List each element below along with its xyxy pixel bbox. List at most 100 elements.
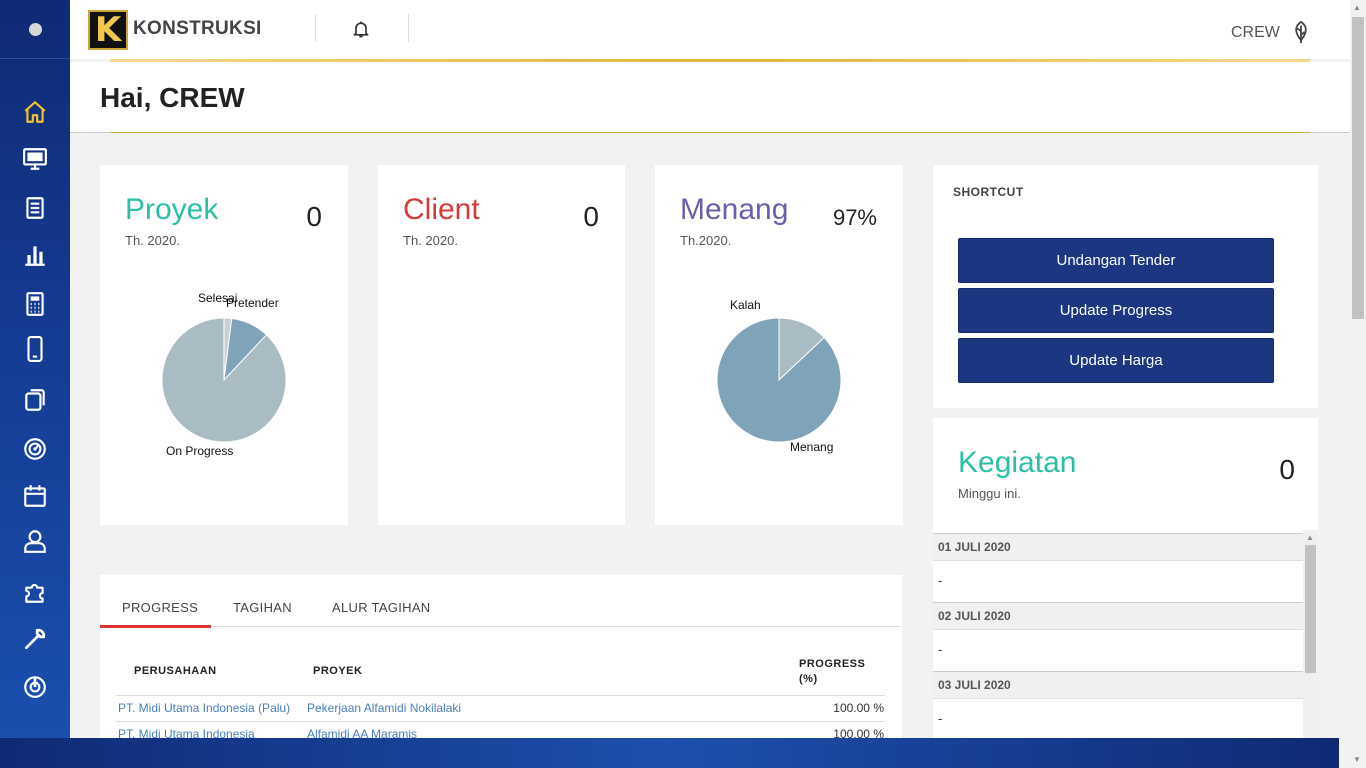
gauge-icon [24,438,46,460]
kegiatan-title: Kegiatan [958,446,1077,479]
nav-gauge[interactable] [0,429,70,469]
table-divider [116,695,885,696]
sidebar [0,0,70,738]
nav-mobile[interactable] [0,329,70,369]
menang-pie-chart[interactable] [714,315,844,445]
nav-puzzle[interactable] [0,572,70,612]
proyek-pie-chart[interactable] [159,315,289,445]
client-subtitle: Th. 2020. [403,233,458,248]
scroll-down-arrow-icon[interactable]: ▼ [1353,755,1361,764]
nav-calendar[interactable] [0,476,70,516]
toggle-dot-icon [28,22,42,36]
client-card: Client Th. 2020. 0 [378,165,625,525]
col-header-proyek[interactable]: PROYEK [313,664,362,679]
update-harga-button[interactable]: Update Harga [958,338,1274,383]
greeting-divider [110,132,1310,133]
menang-title: Menang [680,193,789,226]
brand-name: KONSTRUKSI [133,18,262,39]
proyek-subtitle: Th. 2020. [125,233,180,248]
mobile-icon [27,336,43,362]
monitor-icon [23,148,47,170]
power-icon [24,676,46,698]
nav-copy[interactable] [0,380,70,420]
leaf-icon[interactable] [1290,20,1312,44]
nav-calculator[interactable] [0,284,70,324]
pie-label-menang: Menang [790,440,834,454]
tab-alur-tagihan[interactable]: ALUR TAGIHAN [332,600,430,615]
scroll-up-arrow-icon[interactable]: ▲ [1306,533,1314,542]
table-row-progress: 100.00 % [833,727,884,738]
table-row-progress: 100.00 % [833,701,884,715]
active-tab-indicator [100,625,211,628]
kegiatan-date: 02 JULI 2020 [933,602,1303,630]
kegiatan-date: 03 JULI 2020 [933,671,1303,699]
kegiatan-count: 0 [1279,454,1295,485]
menang-card: Menang Th.2020. 97% Kalah Menang [655,165,903,525]
undangan-tender-button[interactable]: Undangan Tender [958,238,1274,283]
calendar-icon [24,485,46,507]
col-header-progress-line2: (%) [799,673,818,685]
scroll-up-arrow-icon[interactable]: ▲ [1353,3,1361,12]
user-name[interactable]: CREW [1231,24,1280,42]
greeting-band: Hai, CREW [70,62,1350,133]
nav-home[interactable] [0,92,70,132]
col-header-progress-line1: PROGRESS [799,658,866,670]
proyek-count: 0 [306,201,322,232]
header-divider [408,14,409,42]
nav-monitor[interactable] [0,139,70,179]
table-row-proyek[interactable]: Pekerjaan Alfamidi Nokilalaki [307,701,461,715]
menang-subtitle: Th.2020. [680,233,732,248]
kegiatan-subtitle: Minggu ini. [958,486,1021,501]
tab-progress[interactable]: PROGRESS [122,600,198,615]
col-header-progress[interactable]: PROGRESS (%) [799,657,865,687]
top-header: K KONSTRUKSI CREW [70,0,1350,59]
pie-label-kalah: Kalah [730,298,761,312]
kegiatan-date: 01 JULI 2020 [933,533,1303,561]
kegiatan-scrollbar[interactable]: ▲ [1303,530,1318,738]
shortcut-card: SHORTCUT Undangan Tender Update Progress… [933,165,1318,408]
tab-tagihan[interactable]: TAGIHAN [233,600,292,615]
greeting-title: Hai, CREW [100,82,245,113]
table-row-perusahaan[interactable]: PT. Midi Utama Indonesia (Palu) [118,701,290,715]
menang-percentage: 97% [832,205,877,230]
kegiatan-scroll-thumb[interactable] [1305,545,1316,673]
kegiatan-item: - [933,699,1303,738]
wrench-icon [24,628,46,650]
page-scrollbar[interactable]: ▲ ▼ [1350,0,1366,768]
nav-power[interactable] [0,666,70,706]
client-count: 0 [583,201,599,232]
kegiatan-item: - [933,561,1303,602]
proyek-title: Proyek [125,193,219,226]
nav-user[interactable] [0,521,70,561]
col-header-perusahaan[interactable]: PERUSAHAAN [134,664,217,679]
pie-slice-on-progress[interactable] [161,317,287,443]
kegiatan-item: - [933,630,1303,671]
sidebar-toggle[interactable] [0,0,70,59]
update-progress-button[interactable]: Update Progress [958,288,1274,333]
bar-chart-icon [25,246,45,266]
logo-letter: K [94,10,122,50]
bottom-bar [0,738,1339,768]
tab-separator [100,626,901,627]
proyek-card: Proyek Th. 2020. 0 Selesai Pretender On … [100,165,348,525]
pie-label-on-progress: On Progress [166,444,234,458]
user-icon [24,530,46,553]
nav-document[interactable] [0,188,70,228]
home-icon [24,101,46,123]
nav-chart[interactable] [0,235,70,275]
logo[interactable]: K [88,10,128,50]
nav-wrench[interactable] [0,619,70,659]
shortcut-title: SHORTCUT [953,185,1024,199]
kegiatan-list: 01 JULI 2020 - 02 JULI 2020 - 03 JULI 20… [933,533,1303,738]
pie-label-pretender: Pretender [226,296,279,310]
table-row-proyek[interactable]: Alfamidi AA Maramis [307,727,417,738]
copy-icon [25,389,45,411]
table-row-perusahaan[interactable]: PT. Midi Utama Indonesia [118,727,255,738]
progress-panel: PROGRESS TAGIHAN ALUR TAGIHAN PERUSAHAAN… [100,575,902,738]
header-divider [315,14,316,42]
document-icon [26,197,44,219]
page-scroll-thumb[interactable] [1352,17,1364,319]
bell-icon[interactable] [351,19,371,39]
puzzle-icon [25,583,44,603]
calculator-icon [26,292,44,316]
